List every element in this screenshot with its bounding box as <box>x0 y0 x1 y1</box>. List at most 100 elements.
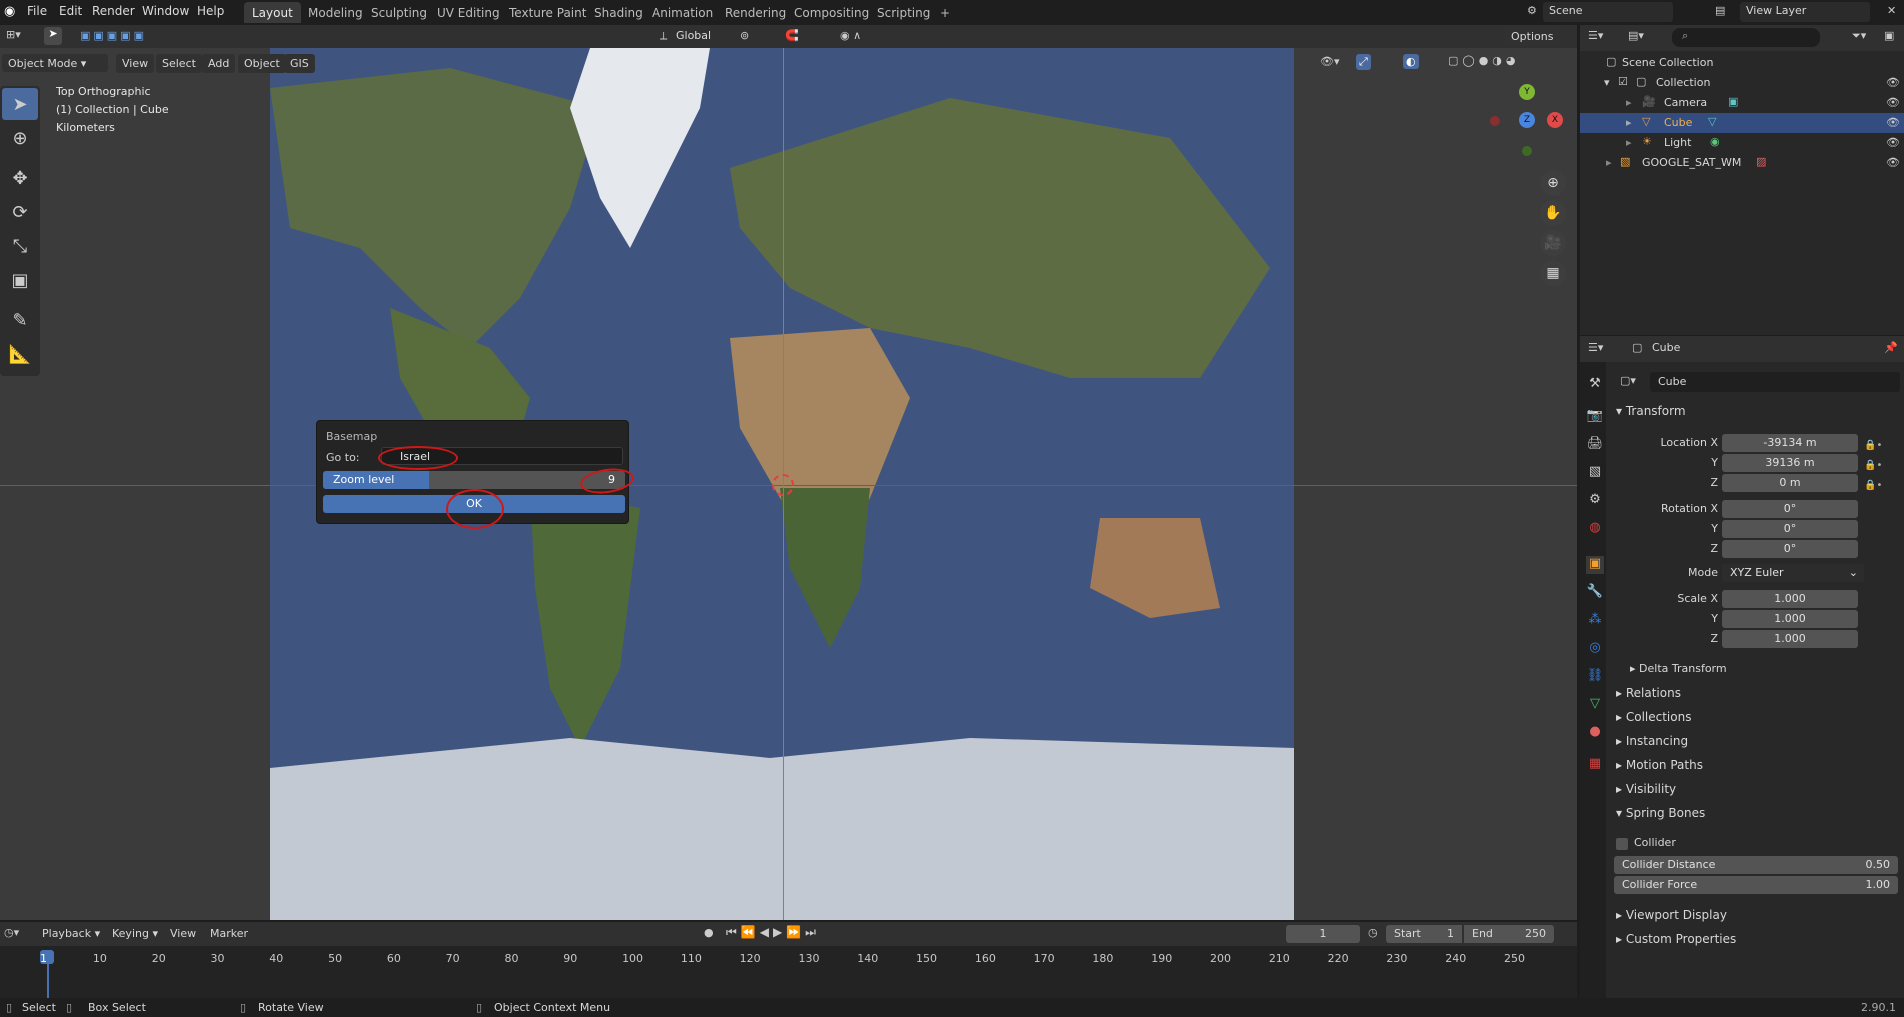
end-frame-field[interactable]: End 250 <box>1464 925 1554 943</box>
expand-icon[interactable]: ▸ <box>1626 96 1632 109</box>
outliner-row-collection[interactable]: ▾ ☑ ▢ Collection 👁 <box>1580 73 1904 93</box>
eye-icon[interactable]: 👁 <box>1886 96 1900 109</box>
menu-help[interactable]: Help <box>197 4 224 18</box>
scale-y-field[interactable]: 1.000 <box>1722 610 1858 628</box>
collider-force-field[interactable]: Collider Force 1.00 <box>1614 876 1898 894</box>
expand-icon[interactable]: ▸ <box>1626 136 1632 149</box>
location-z-field[interactable]: 0 m <box>1722 474 1858 492</box>
eye-icon[interactable]: 👁 <box>1886 156 1900 169</box>
camera-view-icon[interactable]: 🎥 <box>1540 230 1566 256</box>
move-icon[interactable]: ✥ <box>2 162 38 194</box>
outliner-editor-icon[interactable]: ☰▾ <box>1588 29 1603 42</box>
scene-field[interactable]: Scene <box>1543 2 1673 22</box>
playback-controls-icons[interactable]: ⏮⏪◀▶⏩⏭ <box>726 925 820 940</box>
rotation-mode-dropdown[interactable]: XYZ Euler ⌄ <box>1722 564 1864 582</box>
motion-paths-header[interactable]: ▸ Motion Paths <box>1616 758 1703 772</box>
outliner-row-camera[interactable]: ▸ 🎥 Camera ▣ 👁 <box>1580 93 1904 113</box>
properties-editor-icon[interactable]: ☰▾ <box>1588 341 1603 354</box>
select-tool-icon[interactable]: ➤ <box>44 27 62 45</box>
shading-mode-icons[interactable]: ▢◯●◑◕ <box>1448 54 1520 67</box>
close-view-layer-icon[interactable]: ✕ <box>1887 4 1896 17</box>
gizmo-x-axis[interactable]: X <box>1547 112 1563 128</box>
data-tab-icon[interactable]: ▽ <box>1586 696 1604 714</box>
3d-cursor-icon[interactable] <box>772 474 794 496</box>
visibility-header[interactable]: ▸ Visibility <box>1616 782 1676 796</box>
tab-rendering[interactable]: Rendering <box>717 2 794 23</box>
relations-header[interactable]: ▸ Relations <box>1616 686 1681 700</box>
tool-tab-icon[interactable]: ⚒ <box>1586 376 1604 394</box>
scale-z-field[interactable]: 1.000 <box>1722 630 1858 648</box>
expand-icon[interactable]: ▸ <box>1606 156 1612 169</box>
gis-menu[interactable]: GIS <box>284 54 315 73</box>
proportional-edit-icon[interactable]: ◉ ∧ <box>840 29 861 42</box>
overlays-toggle-icon[interactable]: ◐ <box>1403 54 1419 69</box>
physics-tab-icon[interactable]: ◎ <box>1586 640 1604 658</box>
outliner-search-icon[interactable]: ⌕ <box>1672 28 1820 47</box>
ortho-grid-icon[interactable]: ▦ <box>1540 260 1566 286</box>
blender-logo-icon[interactable]: ◉ <box>4 4 15 19</box>
collider-checkbox[interactable] <box>1616 838 1628 850</box>
options-dropdown[interactable]: Options <box>1505 27 1560 46</box>
tab-animation[interactable]: Animation <box>644 2 721 23</box>
delta-transform-header[interactable]: ▸ Delta Transform <box>1630 662 1727 675</box>
scene-icon[interactable]: ⚙ <box>1527 4 1537 17</box>
lock-icons[interactable]: 🔒• 🔒• 🔒• <box>1864 436 1882 496</box>
zoom-icon[interactable]: ⊕ <box>1540 170 1566 196</box>
material-tab-icon[interactable]: ● <box>1586 724 1604 742</box>
render-tab-icon[interactable]: 📷 <box>1586 408 1604 426</box>
menu-window[interactable]: Window <box>142 4 189 18</box>
collections-header[interactable]: ▸ Collections <box>1616 710 1691 724</box>
timeline-view-menu[interactable]: View <box>170 927 196 940</box>
editor-type-icon[interactable]: ⊞▾ <box>6 28 21 41</box>
tab-uv-editing[interactable]: UV Editing <box>429 2 508 23</box>
outliner-row-light[interactable]: ▸ ☀ Light ◉ 👁 <box>1580 133 1904 153</box>
snap-icon[interactable]: 🧲 <box>785 29 799 42</box>
custom-properties-header[interactable]: ▸ Custom Properties <box>1616 932 1736 946</box>
transform-orientation-dropdown[interactable]: Global <box>676 29 711 42</box>
texture-tab-icon[interactable]: ▦ <box>1586 756 1604 774</box>
visibility-icon[interactable]: 👁▾ <box>1320 55 1340 68</box>
scene-tab-icon[interactable]: ⚙ <box>1586 492 1604 510</box>
object-mode-dropdown[interactable]: Object Mode ▾ <box>2 54 108 72</box>
particles-tab-icon[interactable]: ⁂ <box>1586 612 1604 630</box>
playback-menu[interactable]: Playback ▾ <box>42 927 100 940</box>
outliner-row-google-sat[interactable]: ▸ ▧ GOOGLE_SAT_WM ▨ 👁 <box>1580 153 1904 173</box>
scale-x-field[interactable]: 1.000 <box>1722 590 1858 608</box>
start-frame-field[interactable]: Start 1 <box>1386 925 1462 943</box>
menu-file[interactable]: File <box>27 4 47 18</box>
spring-bones-header[interactable]: ▾ Spring Bones <box>1616 806 1705 820</box>
modifier-tab-icon[interactable]: 🔧 <box>1586 584 1604 602</box>
rotation-y-field[interactable]: 0° <box>1722 520 1858 538</box>
select-box-icon[interactable]: ➤ <box>2 88 38 120</box>
object-tab-icon[interactable]: ▣ <box>1586 556 1604 574</box>
record-icon[interactable]: ● <box>704 926 714 939</box>
add-workspace-icon[interactable]: + <box>932 2 958 23</box>
measure-icon[interactable]: 📐 <box>2 338 38 370</box>
expand-icon[interactable]: ▾ <box>1604 76 1610 89</box>
viewport-display-header[interactable]: ▸ Viewport Display <box>1616 908 1727 922</box>
location-x-field[interactable]: -39134 m <box>1722 434 1858 452</box>
view-layer-tab-icon[interactable]: ▧ <box>1586 464 1604 482</box>
expand-icon[interactable]: ▸ <box>1626 116 1632 129</box>
pin-icon[interactable]: 📌 <box>1884 341 1898 354</box>
location-y-field[interactable]: 39136 m <box>1722 454 1858 472</box>
tab-modeling[interactable]: Modeling <box>300 2 371 23</box>
transform-header[interactable]: ▾ Transform <box>1616 404 1686 418</box>
view-menu[interactable]: View <box>116 54 155 73</box>
cursor-icon[interactable]: ⊕ <box>2 122 38 154</box>
rotate-icon[interactable]: ⟳ <box>2 196 38 228</box>
clock-icon[interactable]: ◷ <box>1368 926 1378 939</box>
display-mode-icon[interactable]: ▤▾ <box>1628 29 1644 42</box>
current-frame-field[interactable]: 1 <box>1286 925 1360 943</box>
pan-hand-icon[interactable]: ✋ <box>1540 200 1566 226</box>
collider-distance-field[interactable]: Collider Distance 0.50 <box>1614 856 1898 874</box>
checkbox-icon[interactable]: ☑ <box>1618 75 1628 88</box>
gizmo-neg-x-axis[interactable] <box>1490 116 1500 126</box>
scale-icon[interactable]: ⤡ <box>2 230 38 262</box>
view-layer-icon[interactable]: ▤ <box>1715 4 1725 17</box>
menu-render[interactable]: Render <box>92 4 135 18</box>
gizmo-neg-y-axis[interactable] <box>1522 146 1532 156</box>
instancing-header[interactable]: ▸ Instancing <box>1616 734 1688 748</box>
keying-menu[interactable]: Keying ▾ <box>112 927 158 940</box>
object-menu[interactable]: Object <box>238 54 286 73</box>
